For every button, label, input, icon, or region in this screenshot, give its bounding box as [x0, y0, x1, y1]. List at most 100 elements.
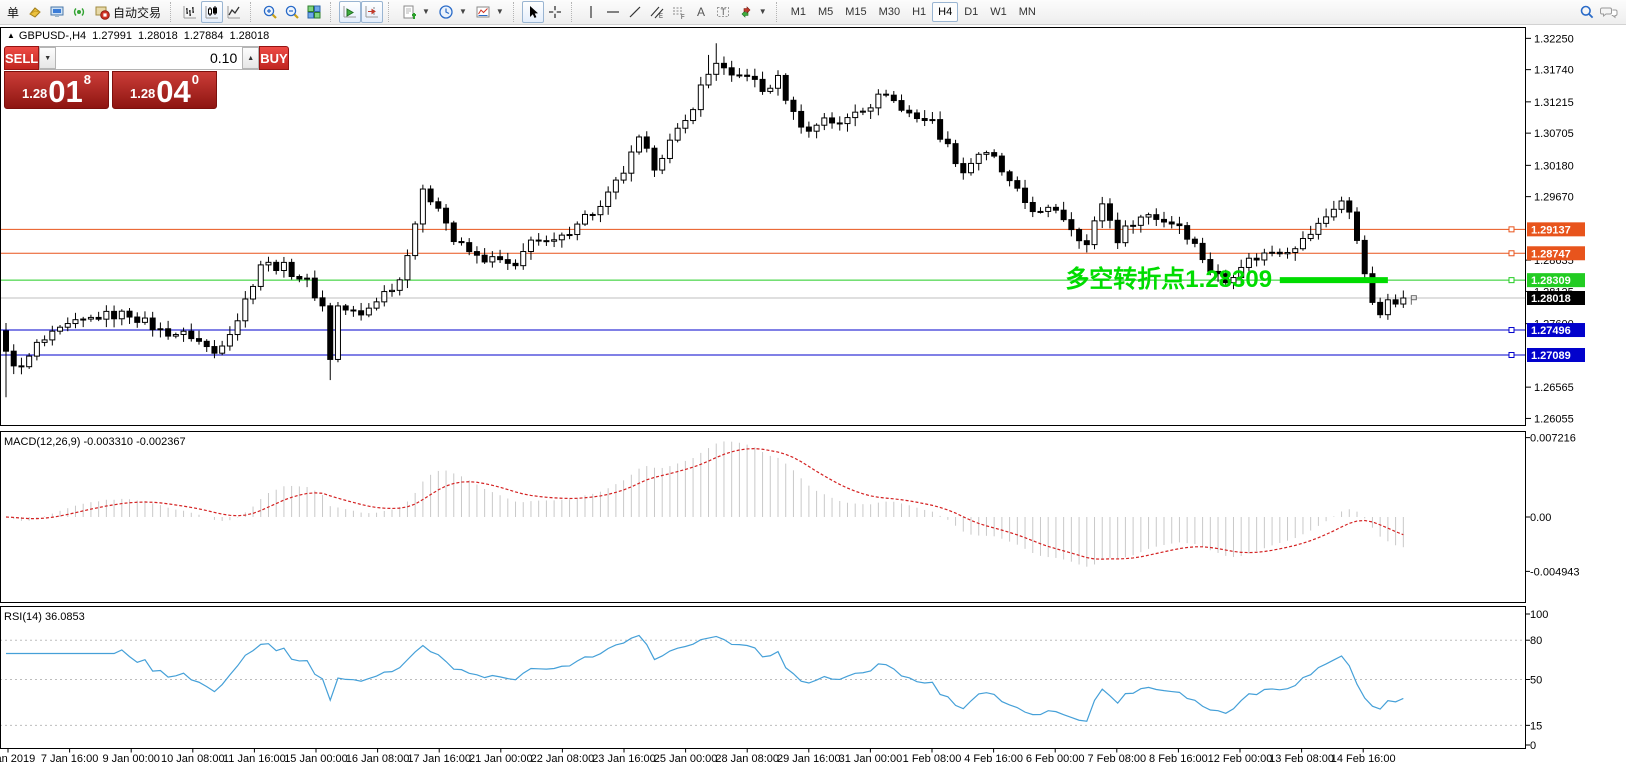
auto-scroll-button[interactable] [339, 1, 361, 23]
candle-body [629, 152, 634, 173]
candlestick-chart-button[interactable] [201, 1, 223, 23]
label-tool-button[interactable]: T [712, 1, 734, 23]
timeframe-m15-button[interactable]: M15 [839, 2, 872, 22]
svg-text:E: E [659, 14, 663, 20]
candle-body [320, 298, 325, 306]
buy-button[interactable]: BUY [259, 46, 288, 70]
candle-body [884, 94, 889, 95]
chart-canvas[interactable]: 多空转折点1.283091.322501.317401.312151.30705… [0, 25, 1626, 769]
channel-tool-button[interactable]: E [646, 1, 668, 23]
timeframe-m1-button[interactable]: M1 [785, 2, 812, 22]
horizontal-line-tool-button[interactable] [602, 1, 624, 23]
candle-body [613, 180, 618, 192]
candle-body [575, 224, 580, 234]
chat-button[interactable] [1598, 1, 1620, 23]
candle-body [1100, 204, 1105, 221]
candle-body [922, 119, 927, 121]
candle-body [760, 79, 765, 91]
candle-body [1200, 243, 1205, 259]
trendline-icon [627, 4, 643, 20]
crosshair-button[interactable] [544, 1, 566, 23]
candle-body [544, 241, 549, 242]
candle-body [930, 120, 935, 121]
sell-price-display[interactable]: 1.28 01 8 [4, 71, 109, 109]
dropdown-caret: ▼ [422, 8, 430, 16]
auto-scroll-icon [342, 4, 358, 20]
candle-body [1146, 215, 1151, 217]
candle-body [19, 366, 24, 367]
timeframe-h4-button[interactable]: H4 [932, 2, 958, 22]
autotrade-button[interactable]: 自动交易 [90, 1, 165, 23]
buy-price-pip: 0 [192, 72, 199, 87]
new-order-button[interactable]: 单 [2, 1, 24, 23]
candle-body [474, 252, 479, 256]
candle-body [598, 206, 603, 214]
volume-input[interactable] [56, 47, 242, 69]
volume-decrease-button[interactable]: ▼ [39, 47, 56, 69]
buy-price-main: 04 [156, 79, 190, 105]
arrows-tool-button[interactable]: ▼ [734, 1, 771, 23]
zoom-in-button[interactable] [259, 1, 281, 23]
collapse-panel-arrow[interactable]: ▲ [7, 31, 15, 40]
candle-body [528, 240, 533, 251]
bar-chart-icon [182, 4, 198, 20]
trendline-tool-button[interactable] [624, 1, 646, 23]
candle-body [235, 321, 240, 335]
candle-body [868, 108, 873, 111]
candle-body [451, 223, 456, 242]
bar-chart-button[interactable] [179, 1, 201, 23]
periods-button[interactable]: ▼ [434, 1, 471, 23]
market-watch-button[interactable] [24, 1, 46, 23]
templates-button[interactable]: ▼ [471, 1, 508, 23]
fibonacci-tool-button[interactable]: F [668, 1, 690, 23]
candle-body [1192, 239, 1197, 243]
timeframe-d1-button[interactable]: D1 [958, 2, 984, 22]
line-chart-button[interactable] [223, 1, 245, 23]
candle-body [729, 68, 734, 75]
timeframe-w1-button[interactable]: W1 [984, 2, 1013, 22]
sell-button[interactable]: SELL [4, 46, 39, 70]
candle-body [1385, 300, 1390, 315]
tile-windows-button[interactable] [303, 1, 325, 23]
time-axis[interactable] [0, 749, 1526, 769]
monitor-icon [49, 4, 65, 20]
timeframe-mn-button[interactable]: MN [1013, 2, 1042, 22]
candle-body [1254, 258, 1259, 260]
candle-body [1362, 240, 1367, 273]
candle-body [969, 163, 974, 172]
volume-increase-button[interactable]: ▲ [242, 47, 259, 69]
timeframe-h1-button[interactable]: H1 [906, 2, 932, 22]
vertical-line-tool-button[interactable] [580, 1, 602, 23]
buy-price-display[interactable]: 1.28 04 0 [112, 71, 217, 109]
candle-body [783, 75, 788, 100]
candle-body [1316, 223, 1321, 234]
toolbar: 单 自动交易 [0, 0, 1626, 25]
candle-body [667, 140, 672, 158]
candle-body [583, 214, 588, 224]
timeframe-m30-button[interactable]: M30 [873, 2, 906, 22]
candle-body [119, 311, 124, 319]
sell-price-prefix: 1.28 [22, 86, 47, 101]
toolbar-separator [571, 2, 576, 22]
timeframe-m5-button[interactable]: M5 [812, 2, 839, 22]
ohlc-low: 1.27884 [184, 30, 224, 42]
toolbar-separator [776, 2, 781, 22]
tile-windows-icon [306, 4, 322, 20]
cursor-button[interactable] [522, 1, 544, 23]
search-button[interactable] [1576, 1, 1598, 23]
candle-body [73, 320, 78, 324]
rsi-label: RSI(14) 36.0853 [4, 611, 85, 623]
candle-body [536, 240, 541, 241]
toolbar-separator [330, 2, 335, 22]
price-axis[interactable] [1527, 25, 1626, 748]
text-tool-button[interactable]: A [690, 1, 712, 23]
indicators-button[interactable]: ▼ [397, 1, 434, 23]
chart-shift-button[interactable] [361, 1, 383, 23]
candle-body [976, 154, 981, 163]
zoom-out-button[interactable] [281, 1, 303, 23]
chart-shift-icon [364, 4, 380, 20]
candle-body [1084, 241, 1089, 245]
signal-button[interactable] [68, 1, 90, 23]
dropdown-caret: ▼ [759, 8, 767, 16]
metaeditor-button[interactable] [46, 1, 68, 23]
